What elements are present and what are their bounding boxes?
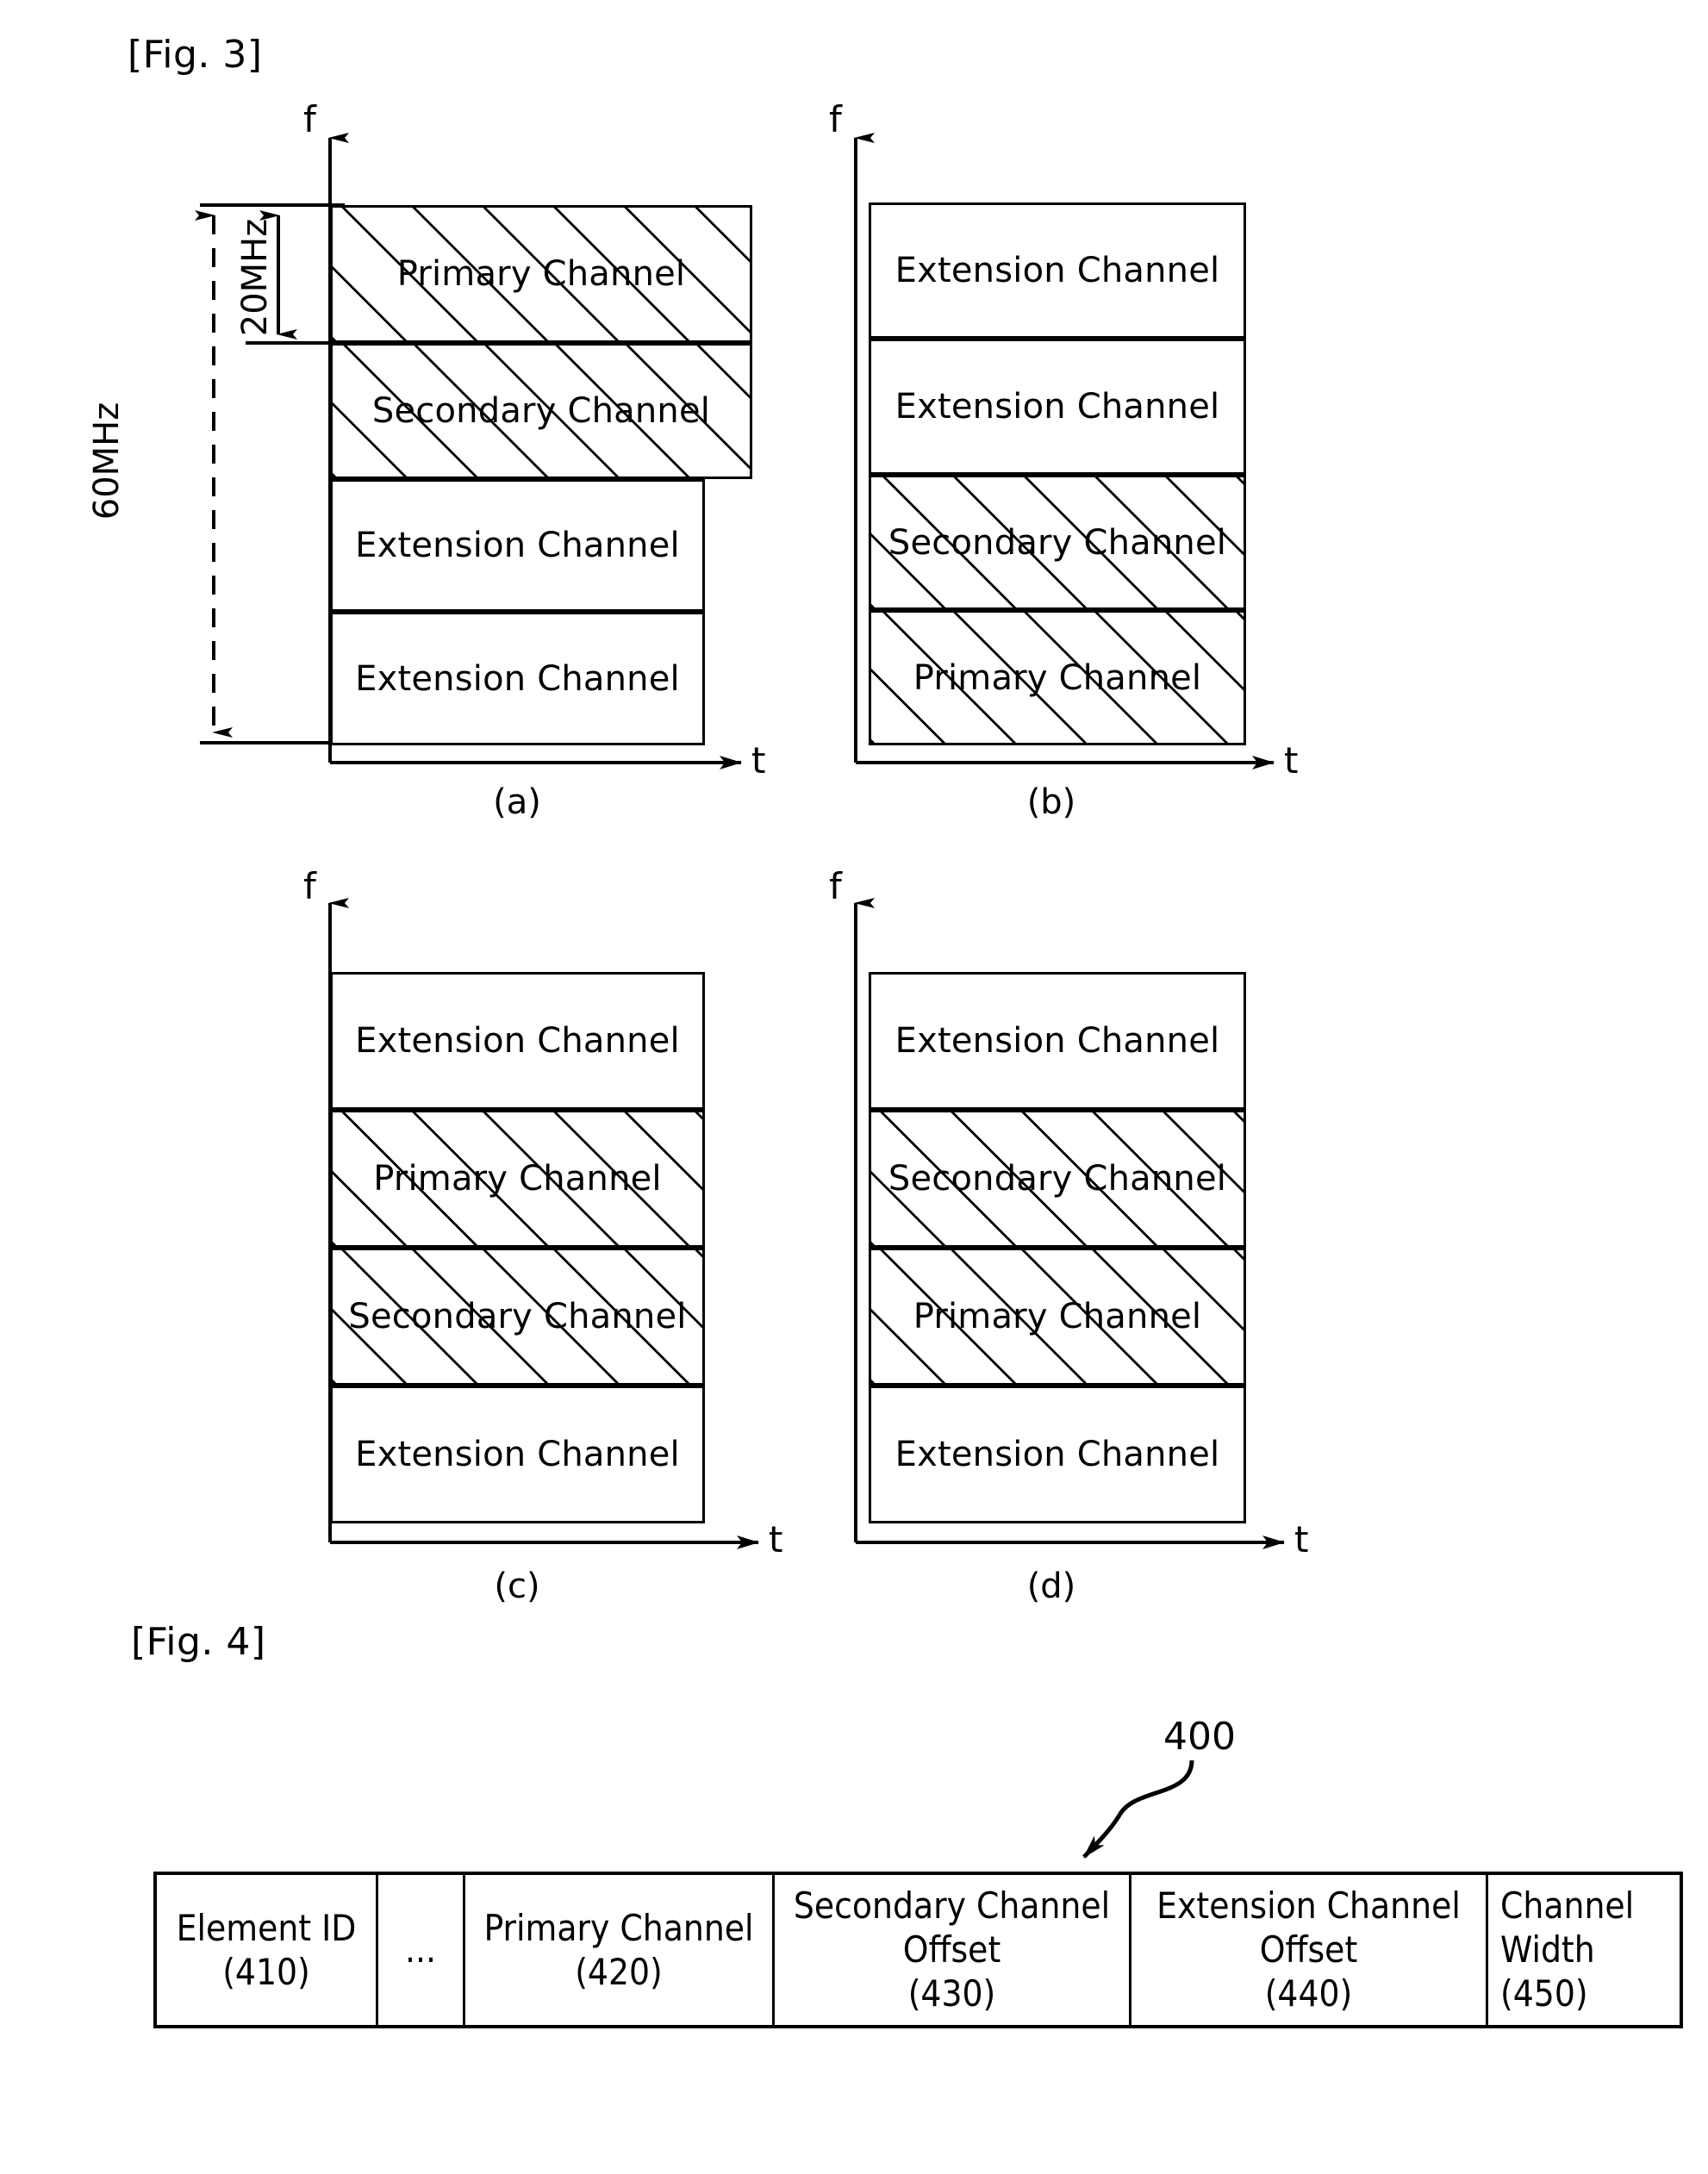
table-cell-secondary-channel-offset-line3: (430): [907, 1972, 996, 2015]
table-cell-channel-width-line3: (450): [1500, 1972, 1588, 2015]
panel-b-t-axis-label: t: [1284, 739, 1299, 782]
panel-c-t-axis-label: t: [769, 1518, 783, 1560]
panel-c-row-extension-channel-1-label: Extension Channel: [355, 1021, 680, 1061]
panel-d-t-axis-label: t: [1294, 1518, 1309, 1560]
panel-c-f-axis-label: f: [303, 865, 316, 907]
panel-a-f-axis-label: f: [303, 98, 316, 140]
panel-a-row-extension-channel-2[interactable]: Extension Channel: [330, 612, 705, 745]
panel-b-f-axis-label: f: [829, 98, 842, 140]
table-cell-extension-channel-offset-line1: Extension Channel: [1156, 1884, 1461, 1927]
table-cell-extension-channel-offset-line3: (440): [1264, 1972, 1353, 2015]
panel-b-row-extension-channel-1-label: Extension Channel: [895, 251, 1220, 290]
panel-a-row-primary-channel-label: Primary Channel: [396, 254, 686, 294]
panel-d-row-secondary-channel[interactable]: Secondary Channel: [869, 1110, 1246, 1248]
figure-4-label: [Fig. 4]: [131, 1620, 266, 1664]
table-cell-channel-width-line1: Channel: [1500, 1884, 1635, 1927]
bandwidth-60mhz-label: 60MHz: [87, 402, 127, 520]
figure-3-label: [Fig. 3]: [128, 33, 263, 77]
reference-400-leader: [1082, 1760, 1194, 1859]
panel-a-row-extension-channel-1[interactable]: Extension Channel: [330, 479, 705, 612]
panel-a-row-extension-channel-2-label: Extension Channel: [355, 658, 680, 699]
table-cell-primary-channel-line1: Primary Channel: [483, 1906, 754, 1949]
panel-b-caption: (b): [1026, 782, 1076, 822]
table-cell-ellipsis[interactable]: ...: [376, 1872, 465, 2028]
panel-d-row-extension-channel-1-label: Extension Channel: [895, 1021, 1220, 1061]
panel-b-row-extension-channel-2-label: Extension Channel: [895, 387, 1220, 427]
panel-a-row-secondary-channel[interactable]: Secondary Channel: [330, 343, 752, 479]
panel-c-row-extension-channel-2-label: Extension Channel: [355, 1435, 680, 1474]
panel-b-row-extension-channel-1[interactable]: Extension Channel: [869, 202, 1246, 339]
panel-a-row-extension-channel-1-label: Extension Channel: [355, 526, 680, 565]
table-cell-ellipsis-line1: ...: [405, 1928, 436, 1972]
panel-d-f-axis-label: f: [829, 865, 842, 907]
panel-b-row-primary-channel[interactable]: Primary Channel: [869, 610, 1246, 745]
panel-a-row-primary-channel[interactable]: Primary Channel: [330, 205, 752, 343]
panel-d-row-extension-channel-2-label: Extension Channel: [895, 1435, 1220, 1474]
table-cell-element-id-line1: Element ID: [176, 1906, 357, 1949]
table-cell-element-id[interactable]: Element ID (410): [153, 1872, 378, 2028]
table-cell-secondary-channel-offset[interactable]: Secondary Channel Offset (430): [772, 1872, 1131, 2028]
panel-d-row-primary-channel[interactable]: Primary Channel: [869, 1248, 1246, 1386]
panel-d-row-primary-channel-label: Primary Channel: [913, 1297, 1202, 1336]
panel-d-row-secondary-channel-label: Secondary Channel: [888, 1159, 1227, 1199]
panel-c-row-primary-channel[interactable]: Primary Channel: [330, 1110, 705, 1248]
panel-d-row-extension-channel-1[interactable]: Extension Channel: [869, 972, 1246, 1110]
panel-c-row-extension-channel-1[interactable]: Extension Channel: [330, 972, 705, 1110]
table-cell-channel-width-line2: Width: [1500, 1928, 1595, 1972]
panel-c-row-secondary-channel[interactable]: Secondary Channel: [330, 1248, 705, 1386]
table-row: Element ID (410) ... Primary Channel (42…: [153, 1872, 1683, 2028]
panel-a-row-secondary-channel-label: Secondary Channel: [371, 391, 711, 431]
panel-b-row-secondary-channel[interactable]: Secondary Channel: [869, 475, 1246, 610]
table-cell-extension-channel-offset-line2: Offset: [1259, 1928, 1358, 1972]
panel-c-row-secondary-channel-label: Secondary Channel: [348, 1297, 687, 1336]
panel-b-row-primary-channel-label: Primary Channel: [913, 657, 1202, 698]
table-cell-secondary-channel-offset-line1: Secondary Channel: [793, 1884, 1111, 1927]
bandwidth-20mhz-label: 20MHz: [235, 218, 275, 337]
panel-a-caption: (a): [493, 782, 541, 822]
panel-a-t-axis-label: t: [751, 739, 766, 782]
panel-d-caption: (d): [1026, 1567, 1076, 1606]
reference-number-400: 400: [1163, 1715, 1236, 1759]
panel-b-row-extension-channel-2[interactable]: Extension Channel: [869, 339, 1246, 475]
frame-format-table: Element ID (410) ... Primary Channel (42…: [153, 1872, 1683, 2028]
panel-c-row-extension-channel-2[interactable]: Extension Channel: [330, 1386, 705, 1523]
panel-d-row-extension-channel-2[interactable]: Extension Channel: [869, 1386, 1246, 1523]
table-cell-element-id-line2: (410): [222, 1950, 310, 1993]
panel-c-row-primary-channel-label: Primary Channel: [373, 1159, 662, 1199]
panel-b-row-secondary-channel-label: Secondary Channel: [888, 522, 1227, 563]
table-cell-extension-channel-offset[interactable]: Extension Channel Offset (440): [1129, 1872, 1488, 2028]
table-cell-primary-channel-line2: (420): [575, 1950, 663, 1993]
table-cell-secondary-channel-offset-line2: Offset: [902, 1928, 1001, 1972]
panel-c-caption: (c): [494, 1567, 540, 1606]
table-cell-primary-channel[interactable]: Primary Channel (420): [463, 1872, 775, 2028]
table-cell-channel-width[interactable]: Channel Width (450): [1486, 1872, 1683, 2028]
